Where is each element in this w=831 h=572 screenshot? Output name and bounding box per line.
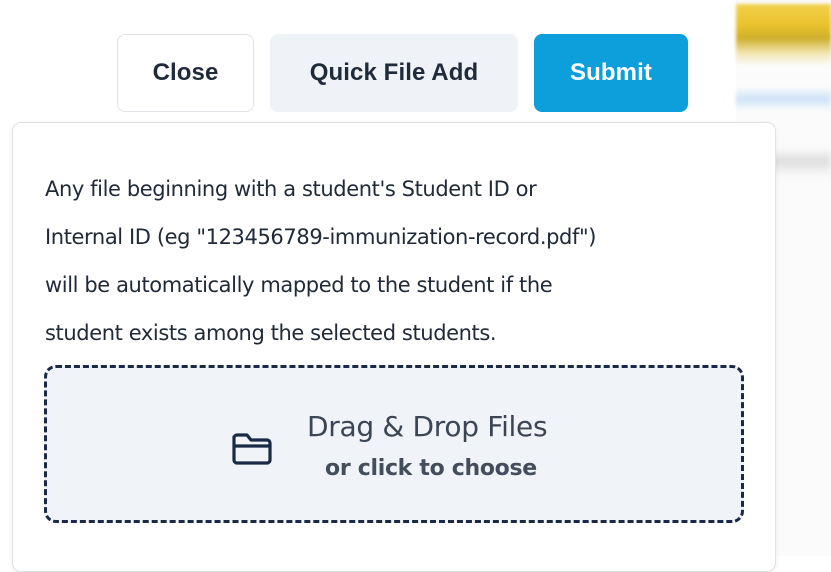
help-text-line: student exists among the selected studen… bbox=[45, 321, 497, 345]
help-text-line: Any file beginning with a student's Stud… bbox=[45, 177, 537, 201]
help-text-line: Internal ID (eg "123456789-immunization-… bbox=[45, 225, 597, 249]
quick-file-add-popover: Any file beginning with a student's Stud… bbox=[12, 122, 776, 572]
submit-button[interactable]: Submit bbox=[534, 34, 688, 112]
help-text-line: will be automatically mapped to the stud… bbox=[45, 273, 553, 297]
dropzone-title: Drag & Drop Files bbox=[307, 410, 548, 443]
help-text: Any file beginning with a student's Stud… bbox=[45, 165, 745, 357]
background-blue-strip bbox=[736, 88, 831, 110]
file-dropzone[interactable]: Drag & Drop Files or click to choose bbox=[44, 365, 744, 523]
quick-file-add-button[interactable]: Quick File Add bbox=[270, 34, 518, 112]
dropzone-subtitle: or click to choose bbox=[325, 456, 537, 481]
folder-icon bbox=[232, 433, 272, 465]
background-yellow-strip bbox=[736, 4, 831, 66]
close-button[interactable]: Close bbox=[117, 34, 254, 112]
